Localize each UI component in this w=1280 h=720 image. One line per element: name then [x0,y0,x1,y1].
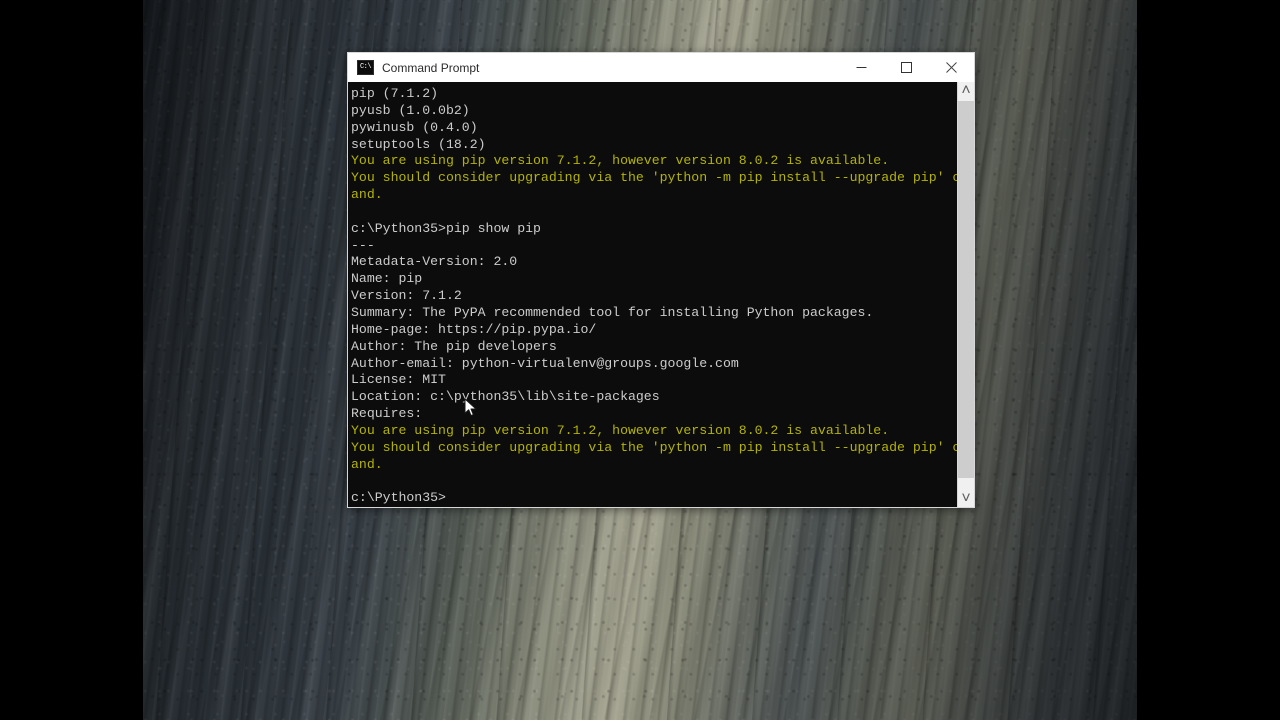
scroll-down-arrow-icon[interactable]: ˅ [958,490,974,507]
console-line: pyusb (1.0.0b2) [351,102,470,118]
console-line: Location: c:\python35\lib\site-packages [351,389,660,405]
console-line: and. [351,187,383,203]
console-line: You should consider upgrading via the 'p… [351,170,957,186]
command-prompt-icon: C:\ [357,60,374,75]
console-line: Home-page: https://pip.pypa.io/ [351,321,597,337]
screen: C:\ Command Prompt pip (7.1.2) pyusb (1.… [0,0,1280,720]
letterbox-bar-left [0,0,143,720]
close-icon [946,62,957,73]
console-line: setuptools (18.2) [351,136,486,152]
console-line: Requires: [351,406,423,422]
scrollbar-thumb[interactable] [958,101,974,478]
console-line: pywinusb (0.4.0) [351,119,478,135]
console-line: c:\Python35>pip show pip [351,220,541,236]
console-line: Name: pip [351,271,423,287]
console-line: Author: The pip developers [351,338,557,354]
console-line: You are using pip version 7.1.2, however… [351,153,890,169]
close-button[interactable] [929,53,974,82]
console-line: and. [351,456,383,472]
maximize-icon [901,62,912,73]
console-line: You are using pip version 7.1.2, however… [351,422,890,438]
window-title: Command Prompt [382,60,480,75]
console-line: Metadata-Version: 2.0 [351,254,518,270]
console-line: pip (7.1.2) [351,86,439,101]
console-line: Author-email: python-virtualenv@groups.g… [351,355,739,371]
letterbox-bar-right [1137,0,1280,720]
command-prompt-window[interactable]: C:\ Command Prompt pip (7.1.2) pyusb (1.… [347,52,975,508]
console-line: --- [351,237,375,253]
console-output[interactable]: pip (7.1.2) pyusb (1.0.0b2) pywinusb (0.4.… [348,82,957,507]
vertical-scrollbar[interactable]: ˄ ˅ [957,82,974,507]
console-line: You should consider upgrading via the 'p… [351,439,957,455]
maximize-button[interactable] [884,53,929,82]
window-titlebar[interactable]: C:\ Command Prompt [348,53,974,82]
console-client-area[interactable]: pip (7.1.2) pyusb (1.0.0b2) pywinusb (0.4.… [348,82,974,507]
minimize-icon [856,62,867,73]
console-line: License: MIT [351,372,446,388]
minimize-button[interactable] [839,53,884,82]
scroll-up-arrow-icon[interactable]: ˄ [958,82,974,99]
console-line: Version: 7.1.2 [351,288,462,304]
console-line: c:\Python35> [351,490,446,506]
console-line: Summary: The PyPA recommended tool for i… [351,304,874,320]
scrollbar-track[interactable] [958,99,974,490]
